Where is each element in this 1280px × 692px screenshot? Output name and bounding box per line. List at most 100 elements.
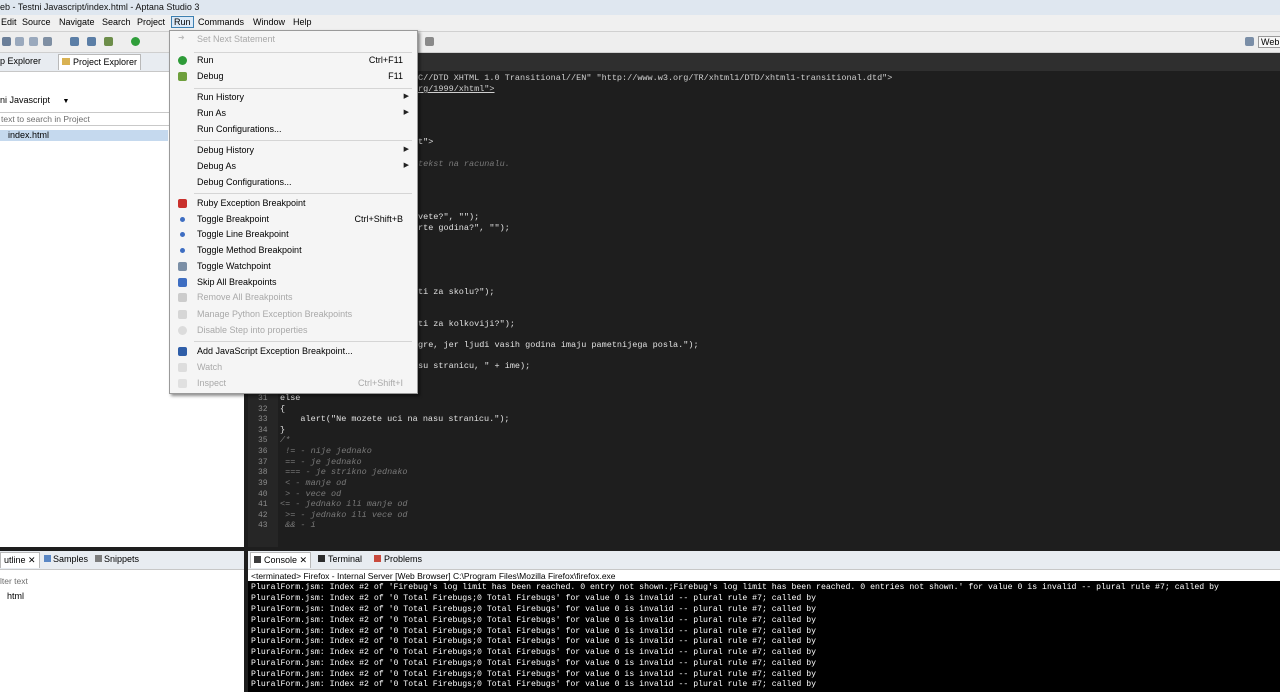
nav-back-icon[interactable]: [425, 37, 434, 46]
perspective-icon[interactable]: [1245, 37, 1254, 46]
web-perspective-button[interactable]: Web: [1258, 36, 1280, 48]
breakpoint-icon: [180, 248, 185, 253]
console-panel: Console ✕ Terminal Problems <terminated>…: [248, 551, 1280, 692]
menu-item-skip-all-breakpoints[interactable]: Skip All Breakpoints: [170, 275, 417, 290]
menu-item-debug-history[interactable]: Debug History ▶: [170, 143, 417, 158]
menu-item-toggle-watchpoint[interactable]: Toggle Watchpoint: [170, 259, 417, 274]
line-number: 35: [258, 436, 268, 445]
menu-item-manage-python-exception-breakpoints[interactable]: Manage Python Exception Breakpoints: [170, 307, 417, 322]
menu-commands[interactable]: Commands: [198, 17, 244, 27]
debug-toolbar-icon[interactable]: [104, 37, 113, 46]
outline-panel: utline ✕ Samples Snippets lter text html: [0, 551, 244, 692]
code-line: {: [280, 404, 286, 414]
code-line: === - je strikno jednako: [280, 467, 408, 477]
menu-item-debug-as[interactable]: Debug As ▶: [170, 159, 417, 174]
code-line: ti za skolu?");: [418, 287, 495, 297]
menu-item-debug-configurations[interactable]: Debug Configurations...: [170, 175, 417, 190]
title-bar: eb - Testni Javascript/index.html - Apta…: [0, 0, 1280, 15]
code-line: su stranicu, " + ime);: [418, 361, 531, 371]
tab-outline-label: utline: [4, 555, 26, 565]
project-selector[interactable]: ni Javascript ▼: [0, 95, 69, 105]
line-number: 42: [258, 511, 268, 520]
outline-tree-item[interactable]: html: [7, 591, 24, 601]
outline-filter-input[interactable]: lter text: [0, 576, 28, 586]
menu-item-add-javascript-exception-breakpoint[interactable]: Add JavaScript Exception Breakpoint...: [170, 344, 417, 359]
menu-separator: [194, 341, 412, 342]
line-number: 38: [258, 468, 268, 477]
close-icon[interactable]: ✕: [28, 555, 36, 565]
tab-outline[interactable]: utline ✕: [0, 552, 40, 568]
tab-problems-label: Problems: [384, 554, 423, 564]
outline-tab-strip: utline ✕ Samples Snippets: [0, 551, 244, 570]
menu-project[interactable]: Project: [137, 17, 165, 27]
run-icon: [178, 56, 187, 65]
menu-search[interactable]: Search: [102, 17, 131, 27]
tab-snippets[interactable]: Snippets: [95, 554, 139, 564]
console-line: PluralForm.jsm: Index #2 of '0 Total Fir…: [251, 659, 817, 668]
menu-item-remove-all-breakpoints[interactable]: Remove All Breakpoints: [170, 290, 417, 305]
code-line: }: [280, 425, 286, 435]
menu-item-run-configurations[interactable]: Run Configurations...: [170, 122, 417, 137]
step-icon: [178, 326, 187, 335]
snippets-icon: [95, 555, 102, 562]
console-icon: [254, 556, 261, 563]
tab-app-explorer[interactable]: p Explorer: [0, 56, 41, 66]
console-line: PluralForm.jsm: Index #2 of '0 Total Fir…: [251, 680, 817, 689]
line-number: 33: [258, 415, 268, 424]
search-toolbar-icon[interactable]: [70, 37, 79, 46]
tree-item[interactable]: index.html: [0, 130, 168, 141]
menu-navigate[interactable]: Navigate: [59, 17, 95, 27]
menu-item-debug[interactable]: Debug F11: [170, 69, 417, 84]
tab-terminal-label: Terminal: [328, 554, 363, 564]
menu-item-run-as[interactable]: Run As ▶: [170, 106, 417, 121]
menu-item-toggle-method-breakpoint[interactable]: Toggle Method Breakpoint: [170, 243, 417, 258]
tab-samples[interactable]: Samples: [44, 554, 88, 564]
code-line: vete?", "");: [418, 212, 480, 222]
project-search-placeholder: text to search in Project: [1, 114, 90, 124]
breakpoint-icon: [180, 232, 185, 237]
tab-samples-label: Samples: [53, 554, 89, 564]
save-all-icon[interactable]: [15, 37, 24, 46]
close-icon[interactable]: ✕: [300, 555, 308, 565]
menu-item-set-next-statement[interactable]: ➜ Set Next Statement: [170, 32, 417, 47]
menu-item-run[interactable]: Run Ctrl+F11: [170, 53, 417, 68]
console-line: PluralForm.jsm: Index #2 of '0 Total Fir…: [251, 648, 817, 657]
menu-window[interactable]: Window: [253, 17, 285, 27]
run-toolbar-icon[interactable]: [131, 37, 140, 46]
run-menu: ➜ Set Next Statement Run Ctrl+F11 Debug F11…: [169, 30, 418, 394]
tab-problems[interactable]: Problems: [374, 554, 422, 564]
code-line: t">: [418, 137, 434, 147]
menu-item-watch[interactable]: Watch: [170, 360, 417, 375]
print-icon[interactable]: [29, 37, 38, 46]
code-line: tekst na racunalu.: [418, 159, 510, 169]
menu-item-disable-step-into-properties[interactable]: Disable Step into properties: [170, 323, 417, 338]
tab-terminal[interactable]: Terminal: [318, 554, 362, 564]
menu-run[interactable]: Run: [171, 16, 194, 28]
tab-console[interactable]: Console ✕: [250, 552, 312, 568]
console-output[interactable]: PluralForm.jsm: Index #2 of 'Firebug's l…: [248, 581, 1280, 692]
submenu-arrow-icon: ▶: [403, 162, 409, 169]
submenu-arrow-icon: ▶: [403, 146, 409, 153]
code-line: C//DTD XHTML 1.0 Transitional//EN" "http…: [418, 73, 893, 83]
line-number: 39: [258, 479, 268, 488]
menu-item-inspect[interactable]: Inspect Ctrl+Shift+I: [170, 376, 417, 391]
open-icon[interactable]: [43, 37, 52, 46]
menu-item-toggle-line-breakpoint[interactable]: Toggle Line Breakpoint: [170, 227, 417, 242]
menu-item-ruby-exception-breakpoint[interactable]: Ruby Exception Breakpoint: [170, 196, 417, 211]
tab-snippets-label: Snippets: [104, 554, 140, 564]
menu-source[interactable]: Source: [22, 17, 51, 27]
terminal-icon[interactable]: [87, 37, 96, 46]
menu-help[interactable]: Help: [293, 17, 312, 27]
tab-project-explorer[interactable]: Project Explorer: [58, 54, 142, 70]
console-line: PluralForm.jsm: Index #2 of '0 Total Fir…: [251, 594, 817, 603]
save-icon[interactable]: [2, 37, 11, 46]
menu-edit[interactable]: Edit: [1, 17, 17, 27]
code-line: >= - jednako ili vece od: [280, 510, 408, 520]
tab-project-explorer-label: Project Explorer: [73, 57, 138, 67]
menu-separator: [194, 193, 412, 194]
menu-item-run-history[interactable]: Run History ▶: [170, 90, 417, 105]
menu-item-toggle-breakpoint[interactable]: Toggle Breakpoint Ctrl+Shift+B: [170, 212, 417, 227]
console-line: PluralForm.jsm: Index #2 of '0 Total Fir…: [251, 627, 817, 636]
line-number: 36: [258, 447, 268, 456]
code-line: < - manje od: [280, 478, 347, 488]
